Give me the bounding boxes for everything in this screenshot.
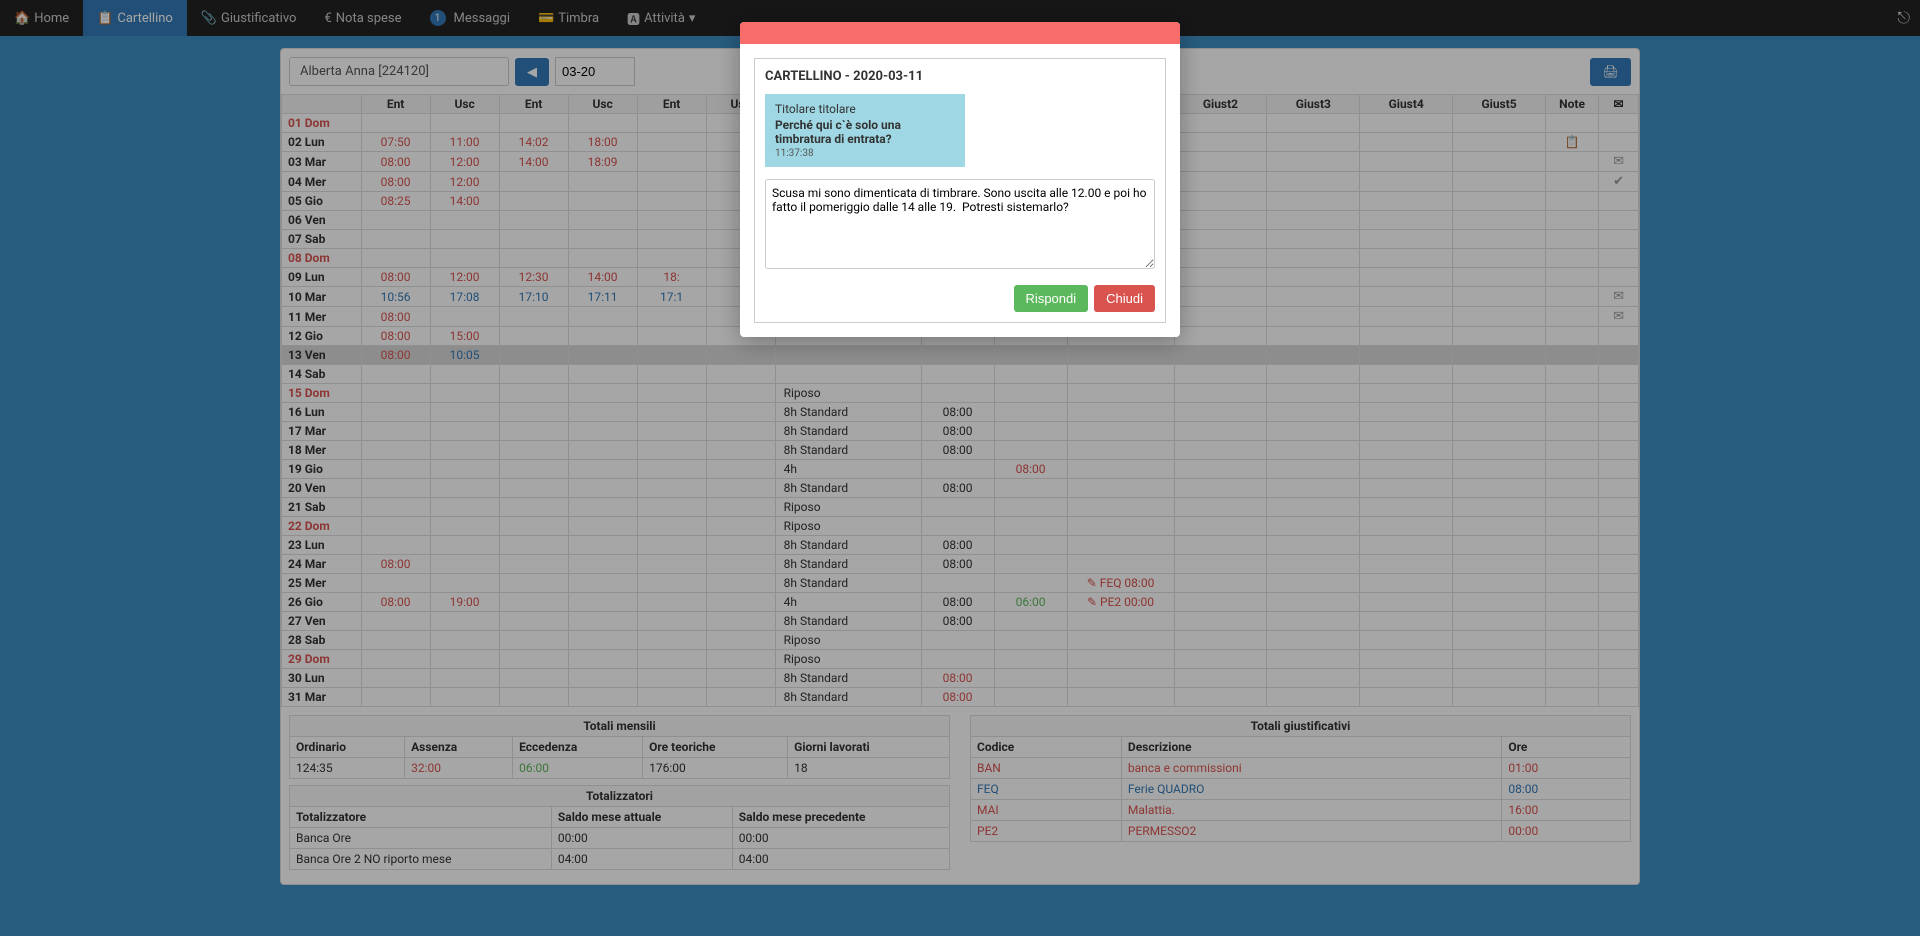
close-button[interactable]: Chiudi — [1094, 285, 1155, 312]
modal-header-bar — [740, 22, 1180, 44]
modal-title: CARTELLINO - 2020-03-11 — [765, 69, 1155, 84]
reply-textarea[interactable] — [765, 179, 1155, 269]
message-sender: Titolare titolare — [775, 102, 955, 116]
modal-overlay: CARTELLINO - 2020-03-11 Titolare titolar… — [0, 0, 1920, 936]
message-modal: CARTELLINO - 2020-03-11 Titolare titolar… — [740, 22, 1180, 337]
message-bubble: Titolare titolare Perché qui c`è solo un… — [765, 94, 965, 167]
message-timestamp: 11:37:38 — [775, 148, 955, 159]
message-text: Perché qui c`è solo una timbratura di en… — [775, 118, 955, 146]
reply-button[interactable]: Rispondi — [1014, 285, 1089, 312]
